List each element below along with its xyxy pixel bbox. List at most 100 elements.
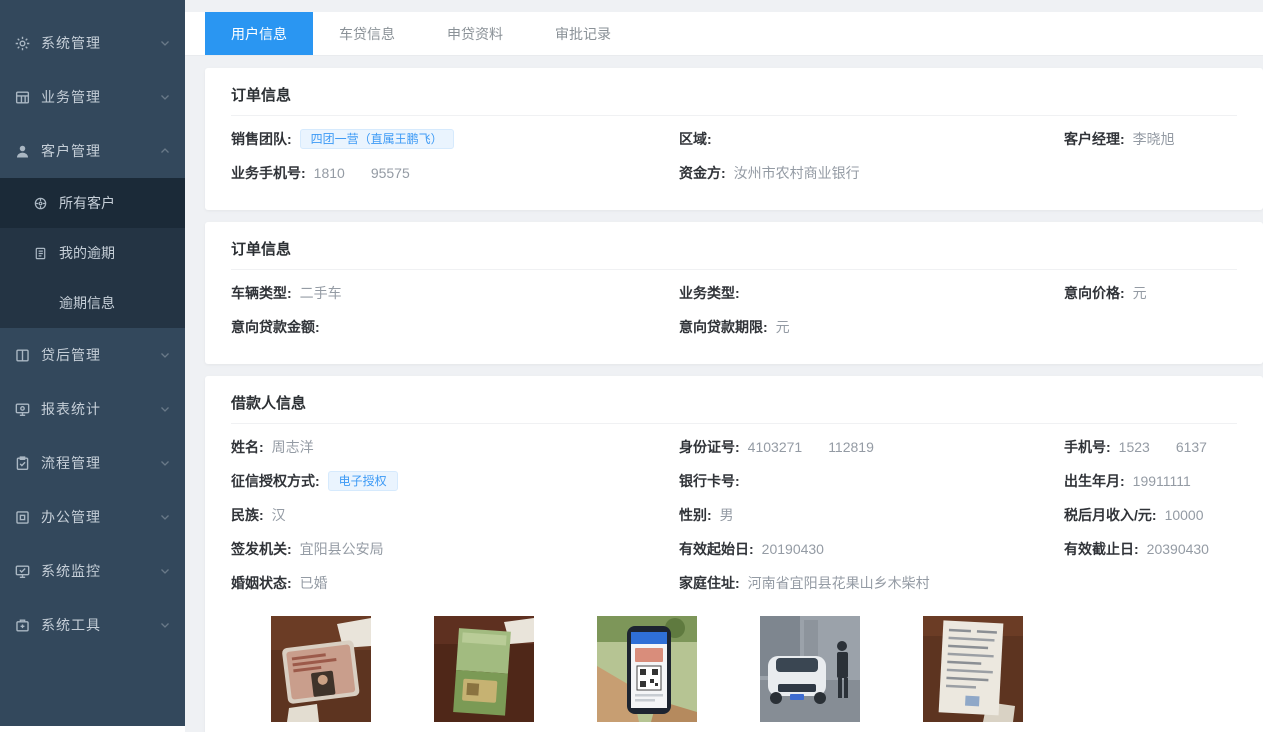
field-id-number: 身份证号: 4103271 112819 <box>679 430 1064 464</box>
phone-qr-photo[interactable] <box>597 616 697 722</box>
field-name: 姓名: 周志洋 <box>231 430 679 464</box>
clipboard-icon <box>14 455 31 472</box>
field-label: 婚姻状态: <box>231 573 292 593</box>
field-value: 李晓旭 <box>1133 129 1175 149</box>
tab-label: 用户信息 <box>231 24 287 44</box>
card-title: 订单信息 <box>231 84 1237 116</box>
redaction-block <box>802 440 828 454</box>
field-value: 宜阳县公安局 <box>300 539 384 559</box>
sidebar-item-business-management[interactable]: 业务管理 <box>0 70 185 124</box>
field-sales-team: 销售团队: 四团一营（直属王鹏飞） <box>231 122 679 156</box>
sidebar-item-my-overdue[interactable]: 我的逾期 <box>0 228 185 278</box>
card-title: 借款人信息 <box>231 392 1237 424</box>
sidebar-item-label: 贷后管理 <box>41 345 159 365</box>
sidebar-item-label: 客户管理 <box>41 141 159 161</box>
tab-approval-records[interactable]: 审批记录 <box>529 12 637 55</box>
toolbox-icon <box>14 617 31 634</box>
photo-item: 驾驶证照片 <box>434 616 534 732</box>
field-value: 4103271 <box>748 439 803 455</box>
field-label: 身份证号: <box>679 437 740 457</box>
sidebar-item-process-management[interactable]: 流程管理 <box>0 436 185 490</box>
tab-car-loan-info[interactable]: 车贷信息 <box>313 12 421 55</box>
chevron-down-icon <box>159 349 171 361</box>
order-info-card: 订单信息 销售团队: 四团一营（直属王鹏飞） 区域: 客户经理: 李晓旭 业务手… <box>205 68 1263 210</box>
photo-item: 人车合影 <box>760 616 860 732</box>
field-label: 销售团队: <box>231 129 292 149</box>
field-label: 区域: <box>679 129 712 149</box>
sidebar-item-label: 流程管理 <box>41 453 159 473</box>
sidebar-item-label: 系统工具 <box>41 615 159 635</box>
sidebar-item-system-management[interactable]: 系统管理 <box>0 16 185 70</box>
field-label: 业务手机号: <box>231 163 306 183</box>
office-icon <box>14 509 31 526</box>
tab-loan-application-docs[interactable]: 申贷资料 <box>421 12 529 55</box>
sidebar-item-office-management[interactable]: 办公管理 <box>0 490 185 544</box>
sidebar-item-system-monitor[interactable]: 系统监控 <box>0 544 185 598</box>
sidebar-item-customer-management[interactable]: 客户管理 <box>0 124 185 178</box>
chevron-up-icon <box>159 145 171 157</box>
field-valid-to: 有效截止日: 20390430 <box>1064 532 1237 566</box>
field-customer-manager: 客户经理: 李晓旭 <box>1064 122 1237 156</box>
grid-icon <box>14 89 31 106</box>
chevron-down-icon <box>159 619 171 631</box>
field-label: 车辆类型: <box>231 283 292 303</box>
field-credit-auth: 征信授权方式: 电子授权 <box>231 464 679 498</box>
card-title: 订单信息 <box>231 238 1237 270</box>
photo-item: 其他材料 <box>923 616 1023 732</box>
main-content: 用户信息 车贷信息 申贷资料 审批记录 订单信息 销售团队: 四团一营（直属王鹏… <box>185 0 1263 732</box>
green-booklet-photo[interactable] <box>434 616 534 722</box>
field-business-phone: 业务手机号: 1810 95575 <box>231 156 679 190</box>
field-label: 姓名: <box>231 437 264 457</box>
sidebar-item-label: 所有客户 <box>59 193 115 213</box>
sidebar-item-postloan-management[interactable]: 贷后管理 <box>0 328 185 382</box>
sidebar-item-system-tools[interactable]: 系统工具 <box>0 598 185 652</box>
field-loan-amount: 意向贷款金额: <box>231 310 679 344</box>
loan-intent-card: 订单信息 车辆类型: 二手车 业务类型: 意向价格: 元 意向贷款金额: <box>205 222 1263 364</box>
tab-label: 车贷信息 <box>339 24 395 44</box>
field-empty <box>1064 156 1237 190</box>
field-value: 112819 <box>828 439 874 455</box>
field-income: 税后月收入/元: 10000 <box>1064 498 1237 532</box>
field-value: 95575 <box>371 165 410 181</box>
wheel-icon <box>33 196 48 211</box>
field-value: 20390430 <box>1147 541 1209 557</box>
sidebar-item-label: 报表统计 <box>41 399 159 419</box>
field-label: 意向贷款金额: <box>231 317 320 337</box>
field-birth: 出生年月: 19911111 <box>1064 464 1237 498</box>
credit-auth-tag[interactable]: 电子授权 <box>328 471 398 491</box>
field-label: 业务类型: <box>679 283 740 303</box>
field-value: 1523 <box>1119 439 1150 455</box>
field-value: 元 <box>1133 283 1147 303</box>
field-value: 周志洋 <box>272 437 314 457</box>
sidebar-item-report-statistics[interactable]: 报表统计 <box>0 382 185 436</box>
field-value: 男 <box>720 505 734 525</box>
id-card-photo[interactable] <box>271 616 371 722</box>
chevron-down-icon <box>159 403 171 415</box>
sidebar-submenu-customer: 所有客户 我的逾期 逾期信息 <box>0 178 185 328</box>
borrower-info-card: 借款人信息 姓名: 周志洋 身份证号: 4103271 112819 手机号: … <box>205 376 1263 732</box>
chevron-down-icon <box>159 511 171 523</box>
field-label: 出生年月: <box>1064 471 1125 491</box>
tab-user-info[interactable]: 用户信息 <box>205 12 313 55</box>
user-icon <box>14 143 31 160</box>
document-photo[interactable] <box>923 616 1023 722</box>
chevron-down-icon <box>159 457 171 469</box>
field-issuing-authority: 签发机关: 宜阳县公安局 <box>231 532 679 566</box>
chevron-down-icon <box>159 91 171 103</box>
sidebar-item-overdue-info[interactable]: 逾期信息 <box>0 278 185 328</box>
chevron-down-icon <box>159 565 171 577</box>
field-label: 手机号: <box>1064 437 1111 457</box>
field-business-type: 业务类型: <box>679 276 1064 310</box>
field-ethnicity: 民族: 汉 <box>231 498 679 532</box>
tab-label: 审批记录 <box>555 24 611 44</box>
sidebar-item-label: 系统管理 <box>41 33 159 53</box>
document-photos: 身份证 <box>231 616 1237 732</box>
field-value: 19911111 <box>1133 473 1191 489</box>
sidebar-item-all-customers[interactable]: 所有客户 <box>0 178 185 228</box>
person-car-photo[interactable] <box>760 616 860 722</box>
field-value: 河南省宜阳县花果山乡木柴村 <box>748 573 930 593</box>
sales-team-tag[interactable]: 四团一营（直属王鹏飞） <box>300 129 454 149</box>
sidebar-item-label: 办公管理 <box>41 507 159 527</box>
field-empty <box>1064 310 1237 344</box>
field-label: 家庭住址: <box>679 573 740 593</box>
